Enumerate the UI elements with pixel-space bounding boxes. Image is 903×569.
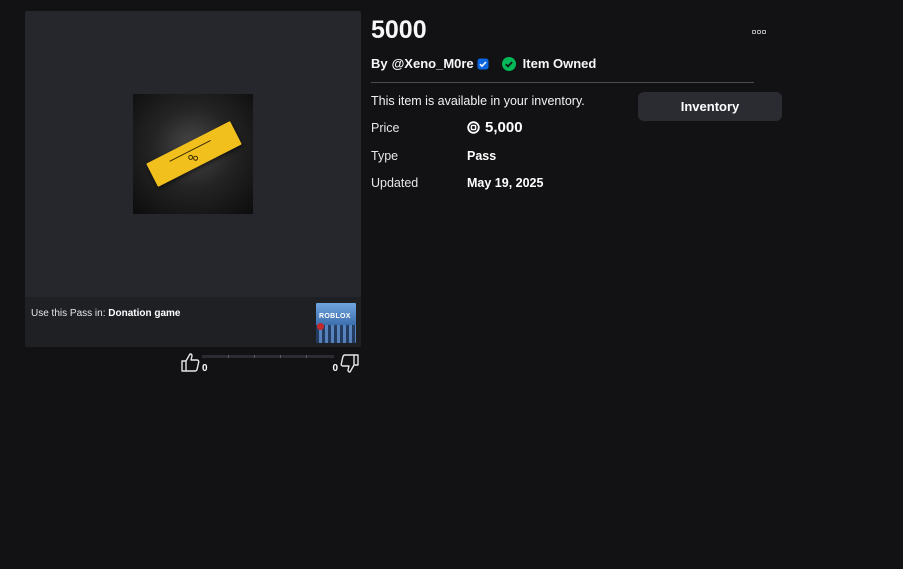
updated-label: Updated <box>371 176 419 190</box>
use-pass-in-text: Use this Pass in: Donation game <box>31 308 181 319</box>
upvote-count: 0 <box>202 363 208 374</box>
thumbs-down-icon[interactable] <box>338 352 360 374</box>
pass-ticket-image <box>146 121 242 187</box>
availability-text: This item is available in your inventory… <box>371 94 585 108</box>
more-options-icon[interactable] <box>752 30 768 36</box>
price-value: 5,000 <box>467 119 523 136</box>
item-title: 5000 <box>371 16 427 44</box>
thumbs-up-icon[interactable] <box>180 352 202 374</box>
inventory-button[interactable]: Inventory <box>638 92 782 121</box>
game-thumbnail[interactable]: ROBLOX <box>316 303 356 343</box>
type-value: Pass <box>467 149 497 163</box>
price-label: Price <box>371 121 400 135</box>
check-circle-icon <box>501 56 516 71</box>
item-owned-label: Item Owned <box>522 56 597 71</box>
price-amount: 5,000 <box>485 119 523 136</box>
updated-value: May 19, 2025 <box>467 176 544 190</box>
game-thumbnail-logo: ROBLOX <box>319 313 351 320</box>
vote-row: 0 0 <box>180 352 360 376</box>
verified-badge-icon <box>477 58 489 69</box>
item-thumbnail <box>133 94 253 214</box>
use-pass-prefix: Use this Pass in: <box>31 308 106 319</box>
creator-byline: By @Xeno_M0re Item Owned <box>371 56 596 71</box>
type-label: Type <box>371 149 399 163</box>
use-pass-in-bar[interactable]: Use this Pass in: Donation game ROBLOX <box>25 297 361 347</box>
creator-link[interactable]: @Xeno_M0re <box>392 56 474 71</box>
divider <box>371 82 754 83</box>
robux-icon <box>467 121 480 134</box>
by-prefix: By <box>371 56 388 71</box>
game-name-link[interactable]: Donation game <box>108 308 180 319</box>
item-thumbnail-panel: Use this Pass in: Donation game ROBLOX <box>25 11 361 347</box>
vote-ratio-bar <box>202 355 334 358</box>
